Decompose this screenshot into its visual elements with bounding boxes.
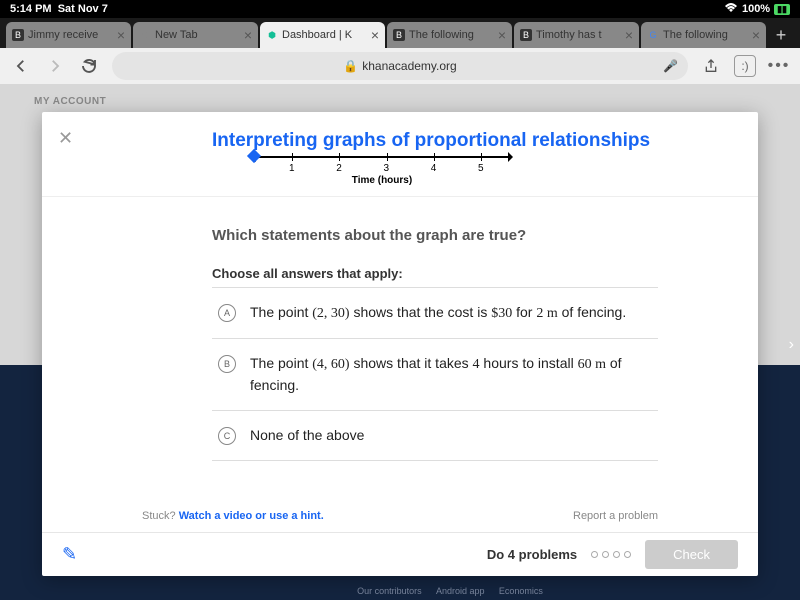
reader-button[interactable]: :) — [734, 55, 756, 77]
reload-button[interactable] — [78, 55, 100, 77]
close-icon[interactable]: × — [498, 27, 506, 43]
help-row: Stuck? Watch a video or use a hint. Repo… — [42, 499, 758, 532]
answer-choice[interactable]: A The point (2, 30) shows that the cost i… — [212, 288, 658, 339]
page-footer: Our contributors Android app Economics — [0, 586, 800, 596]
close-icon[interactable]: × — [117, 27, 125, 43]
mic-icon[interactable]: 🎤 — [663, 59, 678, 73]
answer-text: The point (4, 60) shows that it takes 4 … — [250, 353, 652, 396]
modal-footer: ✎ Do 4 problems Check — [42, 532, 758, 576]
question-text: Which statements about the graph are tru… — [212, 227, 658, 244]
close-icon[interactable]: × — [244, 27, 252, 43]
status-date: Sat Nov 7 — [58, 3, 108, 15]
url-field[interactable]: 🔒 khanacademy.org 🎤 — [112, 52, 688, 80]
khan-icon: ⬢ — [266, 29, 278, 41]
lock-icon: 🔒 — [343, 59, 358, 73]
hint-link[interactable]: Watch a video or use a hint. — [179, 510, 324, 522]
sidebar-heading: MY ACCOUNT — [34, 96, 106, 107]
answer-choice[interactable]: C None of the above — [212, 411, 658, 461]
number-line: 12345 Time (hours) — [252, 156, 512, 186]
close-icon[interactable]: × — [752, 27, 760, 43]
footer-link[interactable]: Android app — [436, 586, 485, 596]
tab-1[interactable]: ◉New Tab× — [133, 22, 258, 48]
footer-link[interactable]: Our contributors — [357, 586, 422, 596]
modal-body: Which statements about the graph are tru… — [42, 197, 758, 499]
instruction-text: Choose all answers that apply: — [212, 266, 658, 281]
carousel-next[interactable]: › — [789, 336, 794, 354]
google-icon: G — [647, 29, 659, 41]
favicon-icon: B — [12, 29, 24, 41]
answer-list: A The point (2, 30) shows that the cost i… — [212, 287, 658, 461]
check-button[interactable]: Check — [645, 540, 738, 569]
globe-icon: ◉ — [139, 29, 151, 41]
tab-3[interactable]: BThe following× — [387, 22, 512, 48]
tab-strip: BJimmy receive× ◉New Tab× ⬢Dashboard | K… — [0, 18, 800, 48]
scratchpad-icon[interactable]: ✎ — [62, 544, 77, 565]
favicon-icon: B — [520, 29, 532, 41]
status-time: 5:14 PM — [10, 3, 52, 15]
tab-0[interactable]: BJimmy receive× — [6, 22, 131, 48]
answer-letter: A — [218, 304, 236, 322]
tab-2[interactable]: ⬢Dashboard | K× — [260, 22, 385, 48]
address-bar: 🔒 khanacademy.org 🎤 :) ••• — [0, 48, 800, 84]
answer-choice[interactable]: B The point (4, 60) shows that it takes 4… — [212, 339, 658, 411]
exercise-title: Interpreting graphs of proportional rela… — [212, 130, 758, 152]
favicon-icon: B — [393, 29, 405, 41]
new-tab-button[interactable]: + — [768, 22, 794, 48]
more-button[interactable]: ••• — [768, 55, 790, 77]
battery-icon: ▮▮ — [774, 4, 790, 15]
tab-4[interactable]: BTimothy has t× — [514, 22, 639, 48]
status-bar: 5:14 PM Sat Nov 7 100% ▮▮ — [0, 0, 800, 18]
answer-letter: B — [218, 355, 236, 373]
axis-label: Time (hours) — [252, 175, 512, 186]
exercise-modal: ✕ Interpreting graphs of proportional re… — [42, 112, 758, 576]
answer-text: None of the above — [250, 425, 364, 446]
wifi-icon — [724, 3, 738, 16]
footer-link[interactable]: Economics — [499, 586, 543, 596]
close-icon[interactable]: × — [625, 27, 633, 43]
report-link[interactable]: Report a problem — [573, 510, 658, 522]
answer-text: The point (2, 30) shows that the cost is… — [250, 302, 626, 324]
battery-percent: 100% — [742, 3, 770, 15]
modal-header: Interpreting graphs of proportional rela… — [42, 112, 758, 152]
share-button[interactable] — [700, 55, 722, 77]
problem-count: Do 4 problems — [487, 547, 577, 562]
close-modal-button[interactable]: ✕ — [58, 128, 73, 149]
answer-letter: C — [218, 427, 236, 445]
back-button[interactable] — [10, 55, 32, 77]
url-text: khanacademy.org — [362, 59, 457, 73]
forward-button[interactable] — [44, 55, 66, 77]
progress-dots — [591, 551, 631, 558]
close-icon[interactable]: × — [371, 27, 379, 43]
tab-5[interactable]: GThe following× — [641, 22, 766, 48]
